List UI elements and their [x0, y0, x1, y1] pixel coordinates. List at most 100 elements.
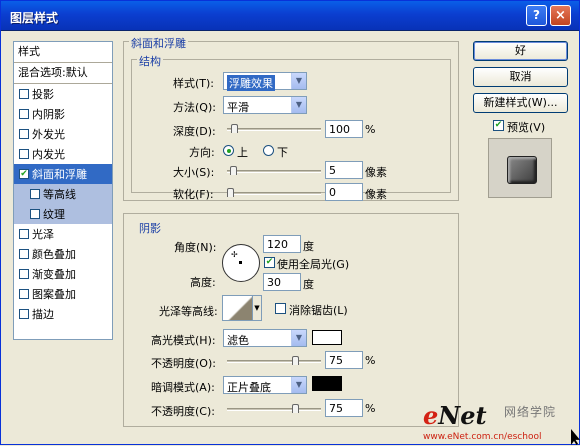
sidebar-item-label: 内阴影	[32, 108, 65, 121]
styles-sidebar: 样式 混合选项:默认 投影 内阴影 外发光 内发光 ✔ 斜面和浮雕 等高线 纹理 光泽 颜色叠加渐…	[13, 41, 113, 340]
sidebar-item-label: 内发光	[32, 148, 65, 161]
sidebar-item[interactable]: 内阴影	[14, 104, 112, 124]
sidebar-item[interactable]: 纹理	[14, 204, 112, 224]
antialias-checkbox[interactable]	[275, 303, 286, 314]
angle-unit: 度	[303, 240, 314, 253]
altitude-label: 高度:	[190, 276, 216, 289]
ok-button[interactable]: 好	[473, 41, 568, 61]
watermark-chinese: 网络学院	[504, 405, 557, 419]
checkbox[interactable]	[19, 249, 29, 259]
shadow-opacity-unit: %	[365, 402, 376, 415]
highlight-mode-label: 高光模式(H):	[151, 334, 216, 347]
highlight-opacity-thumb[interactable]	[292, 356, 299, 365]
sidebar-item[interactable]: 颜色叠加	[14, 244, 112, 264]
sidebar-item[interactable]: 渐变叠加	[14, 264, 112, 284]
bevel-group-title: 斜面和浮雕	[129, 35, 188, 51]
sidebar-item[interactable]: 投影	[14, 84, 112, 104]
close-button[interactable]: ×	[550, 5, 571, 26]
shadow-mode-label: 暗调模式(A):	[151, 381, 215, 394]
shadow-opacity-track[interactable]	[227, 408, 321, 411]
checkbox[interactable]	[19, 129, 29, 139]
size-slider-thumb[interactable]	[230, 166, 237, 175]
sidebar-item[interactable]: 内发光	[14, 144, 112, 164]
sidebar-item-label: 投影	[32, 88, 54, 101]
layer-style-dialog: 图层样式 ? × 样式 混合选项:默认 投影 内阴影 外发光 内发光 ✔ 斜面和浮雕 等高线…	[0, 0, 580, 445]
help-button[interactable]: ?	[526, 5, 547, 26]
sidebar-item[interactable]: 等高线	[14, 184, 112, 204]
sidebar-item-label: 斜面和浮雕	[32, 168, 87, 181]
structure-title: 结构	[137, 53, 163, 69]
global-light-checkbox[interactable]: ✔	[264, 257, 275, 268]
highlight-mode-select[interactable]: 滤色 ▼	[223, 329, 307, 347]
sidebar-item[interactable]: 外发光	[14, 124, 112, 144]
direction-down-label: 下	[277, 146, 288, 159]
soften-slider-thumb[interactable]	[227, 188, 234, 197]
cancel-button[interactable]: 取消	[473, 67, 568, 87]
chevron-down-icon[interactable]: ▼	[252, 295, 262, 321]
shadow-opacity-input[interactable]: 75	[325, 399, 363, 417]
sidebar-item-label: 等高线	[43, 188, 76, 201]
angle-center-dot	[239, 261, 242, 264]
size-unit: 像素	[365, 166, 387, 179]
depth-slider-track[interactable]	[227, 128, 321, 131]
checkbox[interactable]	[19, 269, 29, 279]
technique-select[interactable]: 平滑 ▼	[223, 96, 307, 114]
checkbox[interactable]	[30, 209, 40, 219]
new-style-button[interactable]: 新建样式(W)...	[473, 93, 568, 113]
title-bar: 图层样式 ? ×	[1, 1, 579, 31]
checkbox[interactable]	[19, 89, 29, 99]
sidebar-item[interactable]: 图案叠加	[14, 284, 112, 304]
radio-selected-dot	[227, 149, 231, 153]
checkbox[interactable]: ✔	[19, 169, 29, 179]
depth-label: 深度(D):	[173, 125, 216, 138]
shadow-color-swatch[interactable]	[312, 376, 342, 391]
checkbox[interactable]	[19, 229, 29, 239]
size-slider-track[interactable]	[227, 170, 321, 173]
sidebar-item-label: 外发光	[32, 128, 65, 141]
direction-up-radio[interactable]	[223, 145, 234, 156]
shadow-opacity-label: 不透明度(C):	[151, 405, 215, 418]
angle-input[interactable]: 120	[263, 235, 301, 253]
size-input[interactable]: 5	[325, 161, 363, 179]
altitude-input[interactable]: 30	[263, 273, 301, 291]
window-title: 图层样式	[10, 11, 59, 25]
shadow-opacity-thumb[interactable]	[292, 404, 299, 413]
antialias-label: 消除锯齿(L)	[289, 304, 348, 317]
sidebar-header[interactable]: 样式	[14, 42, 112, 63]
depth-slider-thumb[interactable]	[231, 124, 238, 133]
technique-label: 方法(Q):	[173, 101, 216, 114]
sidebar-item[interactable]: 光泽	[14, 224, 112, 244]
direction-up-label: 上	[237, 146, 248, 159]
angle-dial[interactable]: ✢	[222, 244, 260, 282]
size-label: 大小(S):	[173, 166, 215, 179]
soften-label: 软化(F):	[173, 188, 214, 201]
soften-slider-track[interactable]	[227, 192, 321, 195]
checkbox[interactable]	[30, 189, 40, 199]
highlight-opacity-input[interactable]: 75	[325, 351, 363, 369]
sidebar-item-label: 渐变叠加	[32, 268, 76, 281]
checkbox[interactable]	[19, 149, 29, 159]
angle-label: 角度(N):	[174, 241, 217, 254]
checkbox[interactable]	[19, 289, 29, 299]
sidebar-item[interactable]: ✔ 斜面和浮雕	[14, 164, 112, 184]
checkbox[interactable]	[19, 309, 29, 319]
chevron-down-icon: ▼	[291, 330, 306, 346]
checkbox[interactable]	[19, 109, 29, 119]
sidebar-item-label: 图案叠加	[32, 288, 76, 301]
chevron-down-icon: ▼	[291, 377, 306, 393]
highlight-color-swatch[interactable]	[312, 330, 342, 345]
preview-checkbox[interactable]: ✔	[493, 120, 504, 131]
style-select[interactable]: 浮雕效果 ▼	[223, 72, 307, 91]
preview-label: 预览(V)	[507, 121, 546, 134]
shadow-mode-select[interactable]: 正片叠底 ▼	[223, 376, 307, 394]
depth-input[interactable]: 100	[325, 120, 363, 138]
blend-options-item[interactable]: 混合选项:默认	[14, 63, 112, 84]
sidebar-item[interactable]: 描边	[14, 304, 112, 324]
soften-input[interactable]: 0	[325, 183, 363, 201]
highlight-opacity-unit: %	[365, 354, 376, 367]
preview-swatch	[507, 156, 537, 184]
direction-down-radio[interactable]	[263, 145, 274, 156]
watermark-url: www.eNet.com.cn/eschool	[423, 432, 542, 442]
global-light-label: 使用全局光(G)	[277, 258, 350, 271]
highlight-opacity-track[interactable]	[227, 360, 321, 363]
